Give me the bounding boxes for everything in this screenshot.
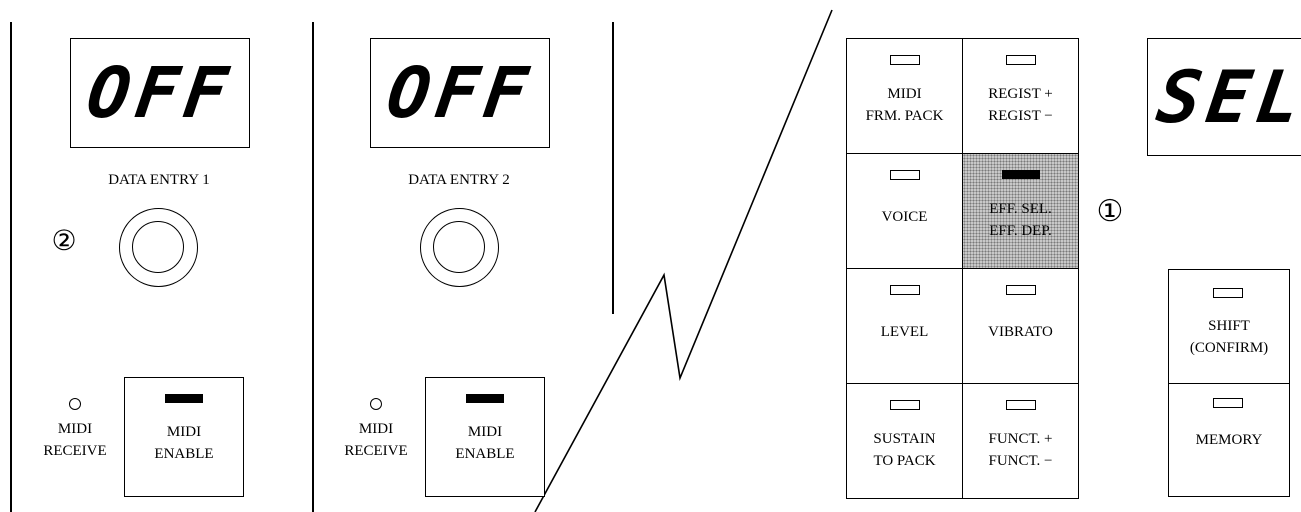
grid-marker: ① [1096, 195, 1124, 228]
grid-button-label: SUSTAIN [873, 431, 936, 447]
panel1-display-text: OFF [82, 52, 238, 134]
grid-button-led [1006, 55, 1036, 65]
grid-button-led [890, 285, 920, 295]
right-display: SEL [1147, 38, 1301, 156]
grid-button-7[interactable]: FUNCT. + FUNCT. − [962, 383, 1079, 499]
data-entry-2-knob[interactable] [420, 208, 499, 287]
grid-button-label: FRM. PACK [865, 108, 944, 124]
grid-button-label: EFF. DEP. [989, 223, 1052, 239]
panel2-knob-label: DATA ENTRY 2 [408, 172, 510, 188]
memory-label: MEMORY [1195, 432, 1263, 448]
memory-led [1213, 398, 1243, 408]
memory-button[interactable]: MEMORY [1168, 383, 1290, 497]
grid-button-0[interactable]: MIDI FRM. PACK [846, 38, 963, 154]
grid-button-label: EFF. SEL. [989, 201, 1052, 217]
grid-button-5[interactable]: VIBRATO [962, 268, 1079, 384]
midi-receive-label-2: RECEIVE [344, 443, 408, 459]
grid-button-label: REGIST − [988, 108, 1053, 124]
panel1-knob-label: DATA ENTRY 1 [108, 172, 210, 188]
grid-button-3[interactable]: EFF. SEL. EFF. DEP. [962, 153, 1079, 269]
grid-button-label: FUNCT. + [988, 431, 1053, 447]
midi-enable-label-1: MIDI [166, 424, 202, 440]
grid-button-label: LEVEL [880, 324, 929, 340]
shift-confirm-button[interactable]: SHIFT (CONFIRM) [1168, 269, 1290, 385]
panel1-display: OFF [70, 38, 250, 148]
grid-button-label: TO PACK [873, 453, 936, 469]
grid-button-label: VIBRATO [988, 324, 1053, 340]
midi-enable-label-1: MIDI [467, 424, 503, 440]
grid-button-2[interactable]: VOICE [846, 153, 963, 269]
grid-button-led [1006, 285, 1036, 295]
grid-button-led [890, 400, 920, 410]
knob-inner-ring [132, 221, 184, 273]
midi-receive-led [370, 398, 382, 410]
function-button-grid: MIDI FRM. PACK REGIST + REGIST − VOICE EFF. S… [846, 38, 1079, 499]
data-entry-1-knob[interactable] [119, 208, 198, 287]
midi-enable-label-2: ENABLE [154, 446, 214, 462]
shift-led [1213, 288, 1243, 298]
grid-button-4[interactable]: LEVEL [846, 268, 963, 384]
grid-button-label: FUNCT. − [988, 453, 1053, 469]
midi-enable-button[interactable]: MIDI ENABLE [425, 377, 545, 497]
midi-enable-label-2: ENABLE [455, 446, 515, 462]
midi-receive-led [69, 398, 81, 410]
grid-button-label: REGIST + [988, 86, 1053, 102]
right-display-text: SEL [1152, 55, 1301, 139]
panel1-marker: ② [51, 225, 77, 256]
midi-enable-led [466, 394, 504, 403]
shift-label-1: SHIFT [1208, 318, 1250, 334]
midi-enable-button[interactable]: MIDI ENABLE [124, 377, 244, 497]
grid-button-led [1006, 400, 1036, 410]
panel2-display-text: OFF [382, 52, 538, 134]
grid-button-led [890, 170, 920, 180]
midi-receive-label-2: RECEIVE [43, 443, 107, 459]
grid-button-led [1002, 170, 1040, 179]
midi-receive-label-1: MIDI [57, 421, 93, 437]
grid-button-1[interactable]: REGIST + REGIST − [962, 38, 1079, 154]
knob-inner-ring [433, 221, 485, 273]
shift-label-2: (CONFIRM) [1189, 340, 1269, 356]
grid-button-6[interactable]: SUSTAIN TO PACK [846, 383, 963, 499]
panel2-display: OFF [370, 38, 550, 148]
midi-receive-label-1: MIDI [358, 421, 394, 437]
grid-button-label: VOICE [881, 209, 928, 225]
midi-enable-led [165, 394, 203, 403]
grid-button-label: MIDI [887, 86, 922, 102]
grid-button-led [890, 55, 920, 65]
